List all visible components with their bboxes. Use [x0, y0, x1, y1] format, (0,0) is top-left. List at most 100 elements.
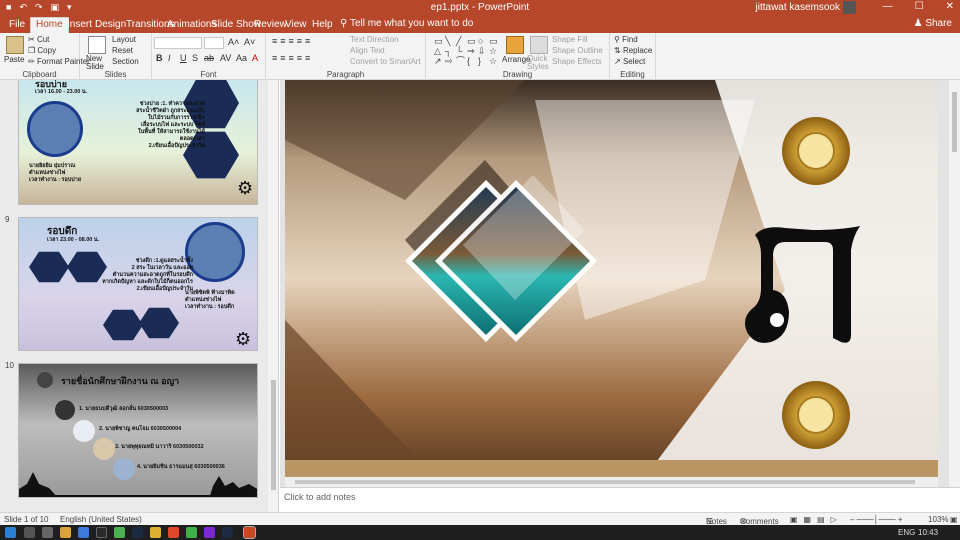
thumb8-time: เวลา 16.00 - 23.00 น.: [35, 89, 88, 95]
shadow-button[interactable]: S: [192, 53, 198, 63]
tab-file[interactable]: File: [4, 18, 30, 33]
app-icon[interactable]: [96, 527, 107, 538]
shape-option-icon[interactable]: ▭: [467, 36, 478, 46]
slide-vertical-scrollbar[interactable]: [949, 80, 960, 487]
shape-fill-button[interactable]: Shape Fill: [552, 35, 588, 44]
replace-button[interactable]: ⇅ Replace: [614, 46, 652, 55]
share-button[interactable]: ♟ Share: [914, 18, 952, 29]
shapes-gallery[interactable]: ▭ ╲ ╱ ▭ ○ ▭ △ ┐ └ ⇒ ⇩ ☆ ↗ ⇨ ⌒{} ☆: [434, 36, 500, 68]
shape-option-icon[interactable]: {: [467, 56, 478, 66]
shape-outline-button[interactable]: Shape Outline: [552, 46, 603, 55]
shape-option-icon[interactable]: ↗: [434, 56, 445, 66]
slide-thumbnail-10[interactable]: รายชื่อนักศึกษาฝึกงาน ณ อญา 1. นายธนบดีว…: [18, 363, 258, 498]
italic-button[interactable]: I: [168, 53, 171, 63]
shape-option-icon[interactable]: ○: [478, 36, 489, 46]
char-spacing-button[interactable]: AV: [220, 53, 231, 63]
bold-button[interactable]: B: [156, 53, 163, 63]
shape-option-icon[interactable]: ⇒: [467, 46, 478, 56]
slide-thumbnail-9[interactable]: รอบดึก เวลา 23.00 - 08.00 น. ช่วงดึก :1.…: [18, 217, 258, 351]
shape-option-icon[interactable]: ☆: [489, 56, 500, 66]
layout-button[interactable]: Layout: [112, 35, 136, 44]
chrome-icon[interactable]: [186, 527, 197, 538]
new-slide-icon: [88, 36, 106, 54]
start-icon[interactable]: [5, 527, 16, 538]
shape-option-icon[interactable]: ┐: [445, 46, 456, 56]
user-name[interactable]: jittawat kasemsook: [756, 2, 840, 13]
tell-me-search[interactable]: ⚲ Tell me what you want to do: [340, 18, 473, 29]
app-icon[interactable]: [114, 527, 125, 538]
app-icon[interactable]: [204, 527, 215, 538]
app-icon[interactable]: [168, 527, 179, 538]
language-indicator[interactable]: English (United States): [60, 515, 142, 524]
avatar[interactable]: [843, 1, 856, 14]
reset-button[interactable]: Reset: [112, 46, 133, 55]
notes-pane[interactable]: Click to add notes: [280, 487, 960, 512]
zoom-level[interactable]: 103%: [928, 515, 948, 524]
app-icon[interactable]: [150, 527, 161, 538]
cut-button[interactable]: ✂ Cut: [28, 35, 49, 44]
shape-effects-button[interactable]: Shape Effects: [552, 57, 602, 66]
scissors-icon: ✂: [28, 35, 35, 44]
task-view-icon[interactable]: [42, 527, 53, 538]
strikethrough-button[interactable]: ab: [204, 53, 214, 63]
new-slide-button[interactable]: New Slide: [86, 55, 110, 71]
copy-button[interactable]: ❐ Copy: [28, 46, 56, 55]
thumbnails-scroll-thumb[interactable]: [271, 380, 276, 490]
shape-option-icon[interactable]: △: [434, 46, 445, 56]
grow-font-icon[interactable]: A˄: [228, 37, 239, 47]
quick-styles-button[interactable]: Quick Styles: [527, 55, 549, 71]
shape-option-icon[interactable]: ▭: [489, 36, 500, 46]
app-icon[interactable]: [222, 527, 233, 538]
search-icon[interactable]: [24, 527, 35, 538]
font-color-button[interactable]: A: [252, 53, 258, 63]
shape-option-icon[interactable]: ▭: [434, 36, 445, 46]
slide-hscroll-thumb[interactable]: [295, 480, 915, 484]
tab-help[interactable]: Help: [307, 18, 338, 33]
font-size-select[interactable]: [204, 37, 224, 49]
shape-option-icon[interactable]: ╱: [456, 36, 467, 46]
input-language[interactable]: ENG: [898, 528, 915, 537]
text-direction-button[interactable]: Text Direction: [350, 35, 398, 44]
share-icon: ♟: [913, 18, 923, 29]
slide-number-9: 9: [5, 215, 10, 224]
change-case-button[interactable]: Aa: [236, 53, 247, 63]
slide-vscroll-thumb[interactable]: [952, 92, 957, 152]
ribbon-home: Paste ✂ Cut ❐ Copy ✏ Format Painter Clip…: [0, 33, 960, 80]
close-icon[interactable]: ✕: [946, 1, 954, 12]
steam-icon[interactable]: [132, 527, 143, 538]
thumbnails-scrollbar[interactable]: [268, 80, 278, 512]
paste-button[interactable]: Paste: [4, 55, 24, 64]
minimize-icon[interactable]: ―: [883, 1, 893, 12]
slide-thumbnail-8[interactable]: รอบบ่าย เวลา 16.00 - 23.00 น. ช่วงบ่าย :…: [18, 80, 258, 205]
current-slide[interactable]: [285, 80, 938, 477]
font-family-select[interactable]: [154, 37, 202, 49]
thumb10-avatar-2: [73, 420, 95, 442]
select-button[interactable]: ↗ Select: [614, 57, 645, 66]
shape-option-icon[interactable]: ⇩: [478, 46, 489, 56]
align-buttons[interactable]: ≡≡≡≡≡: [272, 53, 313, 63]
shrink-font-icon[interactable]: A˅: [244, 37, 255, 47]
underline-button[interactable]: U: [180, 53, 187, 63]
shape-option-icon[interactable]: ☆: [489, 46, 500, 56]
thumb8-body-line: ตลอดเวลา: [179, 136, 205, 142]
zoom-slider[interactable]: – ───│─── +: [850, 515, 903, 524]
section-button[interactable]: Section: [112, 57, 139, 66]
convert-smartart-button[interactable]: Convert to SmartArt: [350, 57, 421, 66]
find-button[interactable]: ⚲ Find: [614, 35, 638, 44]
clock[interactable]: 10:43: [918, 528, 938, 537]
maximize-icon[interactable]: ☐: [915, 1, 924, 12]
slide-horizontal-scrollbar[interactable]: [285, 477, 938, 487]
powerpoint-icon[interactable]: [243, 526, 256, 539]
shape-option-icon[interactable]: ╲: [445, 36, 456, 46]
app-icon[interactable]: [78, 527, 89, 538]
list-buttons[interactable]: ≡≡≡≡≡: [272, 36, 313, 46]
shape-option-icon[interactable]: └: [456, 46, 467, 56]
view-buttons[interactable]: ▣▦▤▷: [790, 515, 843, 524]
shape-option-icon[interactable]: ⇨: [445, 56, 456, 66]
file-explorer-icon[interactable]: [60, 527, 71, 538]
cut-label: Cut: [36, 35, 50, 44]
align-text-button[interactable]: Align Text: [350, 46, 385, 55]
shape-option-icon[interactable]: ⌒: [456, 56, 467, 66]
shape-option-icon[interactable]: }: [478, 56, 489, 66]
fit-slide-icon[interactable]: ▣: [950, 515, 958, 524]
